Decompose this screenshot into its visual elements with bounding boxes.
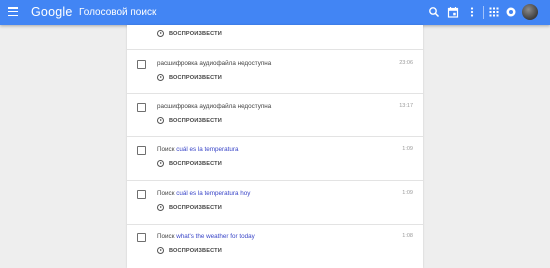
item-query[interactable]: what's the weather for today xyxy=(176,233,255,240)
more-vert-icon[interactable] xyxy=(466,6,478,18)
item-title: Поиск cuál es la temperatura hoy xyxy=(157,190,250,197)
item-title: расшифровка аудиофайла недоступна xyxy=(157,60,271,67)
top-app-bar: Google Голосовой поиск xyxy=(0,0,550,25)
play-button[interactable]: ВОСПРОИЗВЕСТИ xyxy=(157,30,222,37)
play-button[interactable]: ВОСПРОИЗВЕСТИ xyxy=(157,74,222,81)
item-title: расшифровка аудиофайла недоступна xyxy=(157,103,271,110)
toolbar-divider xyxy=(483,6,484,19)
list-item[interactable]: Поиск cuál es la temperatura 1:09 ВОСПРО… xyxy=(127,137,423,181)
notifications-icon[interactable] xyxy=(505,6,517,18)
item-checkbox[interactable] xyxy=(137,60,146,69)
item-checkbox[interactable] xyxy=(137,103,146,112)
page-title: Голосовой поиск xyxy=(79,7,157,18)
list-item[interactable]: ВОСПРОИЗВЕСТИ xyxy=(127,25,423,50)
play-label: ВОСПРОИЗВЕСТИ xyxy=(169,74,222,81)
search-icon[interactable] xyxy=(428,6,440,18)
play-label: ВОСПРОИЗВЕСТИ xyxy=(169,204,222,211)
play-circle-icon xyxy=(157,74,164,81)
menu-icon[interactable] xyxy=(8,7,18,17)
item-title-text: расшифровка аудиофайла недоступна xyxy=(157,60,272,67)
play-circle-icon xyxy=(157,204,164,211)
play-button[interactable]: ВОСПРОИЗВЕСТИ xyxy=(157,247,222,254)
play-circle-icon xyxy=(157,160,164,167)
item-time: 13:17 xyxy=(399,103,413,109)
item-query[interactable]: cuál es la temperatura xyxy=(176,146,238,153)
item-title-text: Поиск xyxy=(157,146,177,153)
item-title-text: Поиск xyxy=(157,190,177,197)
google-logo[interactable]: Google xyxy=(31,5,73,20)
play-label: ВОСПРОИЗВЕСТИ xyxy=(169,160,222,167)
play-button[interactable]: ВОСПРОИЗВЕСТИ xyxy=(157,160,222,167)
item-query[interactable]: cuál es la temperatura hoy xyxy=(176,190,250,197)
play-label: ВОСПРОИЗВЕСТИ xyxy=(169,247,222,254)
item-time: 23:06 xyxy=(399,60,413,66)
list-item[interactable]: Поиск what's the weather for today 1:08 … xyxy=(127,225,423,268)
play-circle-icon xyxy=(157,117,164,124)
play-circle-icon xyxy=(157,30,164,37)
avatar[interactable] xyxy=(522,4,538,20)
play-button[interactable]: ВОСПРОИЗВЕСТИ xyxy=(157,204,222,211)
voice-activity-list: ВОСПРОИЗВЕСТИ расшифровка аудиофайла нед… xyxy=(127,25,423,268)
list-item[interactable]: расшифровка аудиофайла недоступна 13:17 … xyxy=(127,94,423,137)
item-title: Поиск cuál es la temperatura xyxy=(157,146,239,153)
item-time: 1:09 xyxy=(402,190,413,196)
play-button[interactable]: ВОСПРОИЗВЕСТИ xyxy=(157,117,222,124)
item-checkbox[interactable] xyxy=(137,233,146,242)
item-checkbox[interactable] xyxy=(137,146,146,155)
apps-icon[interactable] xyxy=(488,6,500,18)
item-title: Поиск what's the weather for today xyxy=(157,233,255,240)
play-circle-icon xyxy=(157,247,164,254)
list-item[interactable]: Поиск cuál es la temperatura hoy 1:09 ВО… xyxy=(127,181,423,225)
item-title-text: расшифровка аудиофайла недоступна xyxy=(157,103,272,110)
item-checkbox[interactable] xyxy=(137,190,146,199)
item-time: 1:08 xyxy=(402,233,413,239)
calendar-icon[interactable] xyxy=(447,6,459,18)
play-label: ВОСПРОИЗВЕСТИ xyxy=(169,30,222,37)
item-time: 1:09 xyxy=(402,146,413,152)
list-item[interactable]: расшифровка аудиофайла недоступна 23:06 … xyxy=(127,50,423,94)
play-label: ВОСПРОИЗВЕСТИ xyxy=(169,117,222,124)
item-title-text: Поиск xyxy=(157,233,177,240)
